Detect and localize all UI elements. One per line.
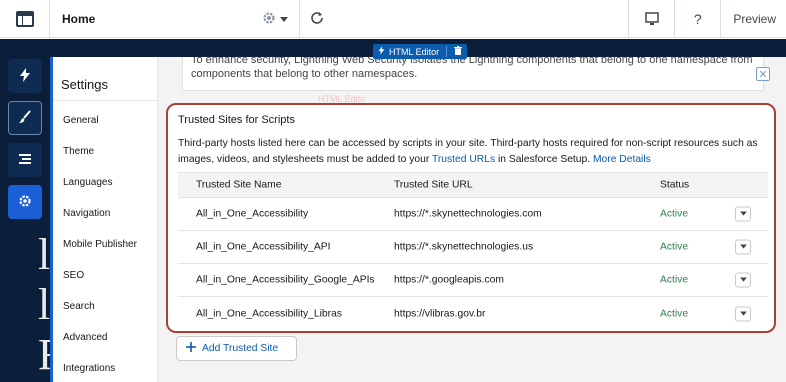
html-editor-label: HTML Editor: [389, 46, 440, 57]
app-menu-icon[interactable]: [0, 0, 50, 38]
background-glyph: l: [38, 230, 51, 279]
divider: [53, 100, 158, 101]
chevron-down-icon: [739, 242, 747, 253]
more-details-link[interactable]: More Details: [593, 154, 651, 165]
chevron-down-icon: [739, 275, 747, 286]
brush-icon: [18, 109, 32, 127]
site-url: https://*.skynettechnologies.com: [394, 208, 542, 220]
components-button[interactable]: [8, 59, 42, 93]
page-structure-button[interactable]: [8, 143, 42, 177]
left-rail: l l F: [0, 39, 62, 382]
help-button[interactable]: ?: [674, 0, 720, 38]
settings-panel: Settings General Theme Languages Navigat…: [50, 57, 158, 382]
settings-item-theme[interactable]: Theme: [63, 146, 94, 157]
site-name: All_in_One_Accessibility: [196, 208, 309, 220]
site-url: https://vlibras.gov.br: [394, 308, 486, 319]
trusted-urls-link[interactable]: Trusted URLs: [432, 154, 495, 165]
row-actions-button[interactable]: [735, 206, 751, 222]
column-header-url: Trusted Site URL: [394, 179, 473, 191]
settings-title: Settings: [61, 77, 108, 92]
settings-item-navigation[interactable]: Navigation: [63, 208, 110, 219]
row-actions-button[interactable]: [735, 272, 751, 288]
notice-line: To enhance security, Lightning Web Secur…: [191, 57, 753, 66]
row-actions-button[interactable]: [735, 306, 751, 321]
site-name: All_in_One_Accessibility_Google_APIs: [196, 274, 375, 286]
table-row: All_in_One_Accessibility https://*.skyne…: [178, 198, 768, 231]
settings-item-languages[interactable]: Languages: [63, 177, 113, 188]
plus-icon: [186, 342, 196, 355]
add-trusted-site-button[interactable]: Add Trusted Site: [176, 336, 297, 361]
chevron-down-icon: [739, 209, 747, 220]
site-name: All_in_One_Accessibility_API: [196, 241, 331, 253]
site-url: https://*.googleapis.com: [394, 274, 504, 286]
add-trusted-site-label: Add Trusted Site: [202, 343, 279, 354]
trusted-sites-table: Trusted Site Name Trusted Site URL Statu…: [178, 172, 768, 330]
device-preview-icon[interactable]: [628, 0, 674, 38]
background-glyph: l: [38, 280, 51, 329]
chevron-down-icon: [280, 14, 288, 26]
table-row: All_in_One_Accessibility_Google_APIs htt…: [178, 264, 768, 297]
lightning-icon: [19, 67, 31, 85]
settings-item-integrations[interactable]: Integrations: [63, 363, 115, 374]
status-badge: Active: [660, 308, 689, 319]
status-badge: Active: [660, 241, 689, 253]
card-description: Third-party hosts listed here can be acc…: [178, 136, 770, 168]
html-editor-tab[interactable]: HTML Editor: [373, 44, 468, 59]
divider: [446, 46, 448, 57]
settings-item-search[interactable]: Search: [63, 301, 95, 312]
table-header: Trusted Site Name Trusted Site URL Statu…: [178, 172, 768, 198]
settings-item-advanced[interactable]: Advanced: [63, 332, 107, 343]
gear-icon: [262, 11, 276, 28]
column-header-status: Status: [660, 179, 690, 191]
top-bar: Home ? Preview: [0, 0, 786, 38]
preview-button[interactable]: Preview: [720, 0, 786, 38]
row-actions-button[interactable]: [735, 239, 751, 255]
site-url: https://*.skynettechnologies.us: [394, 241, 534, 253]
notice-line: components that belong to other namespac…: [191, 68, 418, 80]
lightning-icon: [378, 46, 385, 57]
gear-icon: [18, 194, 32, 211]
settings-button[interactable]: [8, 185, 42, 219]
security-notice: To enhance security, Lightning Web Secur…: [182, 57, 764, 91]
description-text: in Salesforce Setup.: [495, 154, 593, 165]
list-icon: [19, 153, 31, 168]
settings-item-general[interactable]: General: [63, 115, 99, 126]
settings-item-seo[interactable]: SEO: [63, 270, 84, 281]
status-badge: Active: [660, 208, 689, 220]
refresh-icon[interactable]: [310, 11, 324, 28]
settings-item-mobile-publisher[interactable]: Mobile Publisher: [63, 239, 137, 250]
chevron-down-icon: [739, 308, 747, 319]
table-row: All_in_One_Accessibility_API https://*.s…: [178, 231, 768, 264]
theme-button[interactable]: [8, 101, 42, 135]
trusted-sites-card: Trusted Sites for Scripts Third-party ho…: [166, 103, 776, 333]
page-settings-dropdown[interactable]: [262, 11, 288, 28]
close-icon[interactable]: ✕: [756, 67, 770, 81]
status-badge: Active: [660, 274, 689, 286]
card-title: Trusted Sites for Scripts: [178, 114, 295, 126]
site-name: All_in_One_Accessibility_Libras: [196, 308, 342, 319]
trash-icon[interactable]: [454, 46, 463, 57]
column-header-name: Trusted Site Name: [196, 179, 282, 191]
table-row: All_in_One_Accessibility_Libras https://…: [178, 297, 768, 330]
